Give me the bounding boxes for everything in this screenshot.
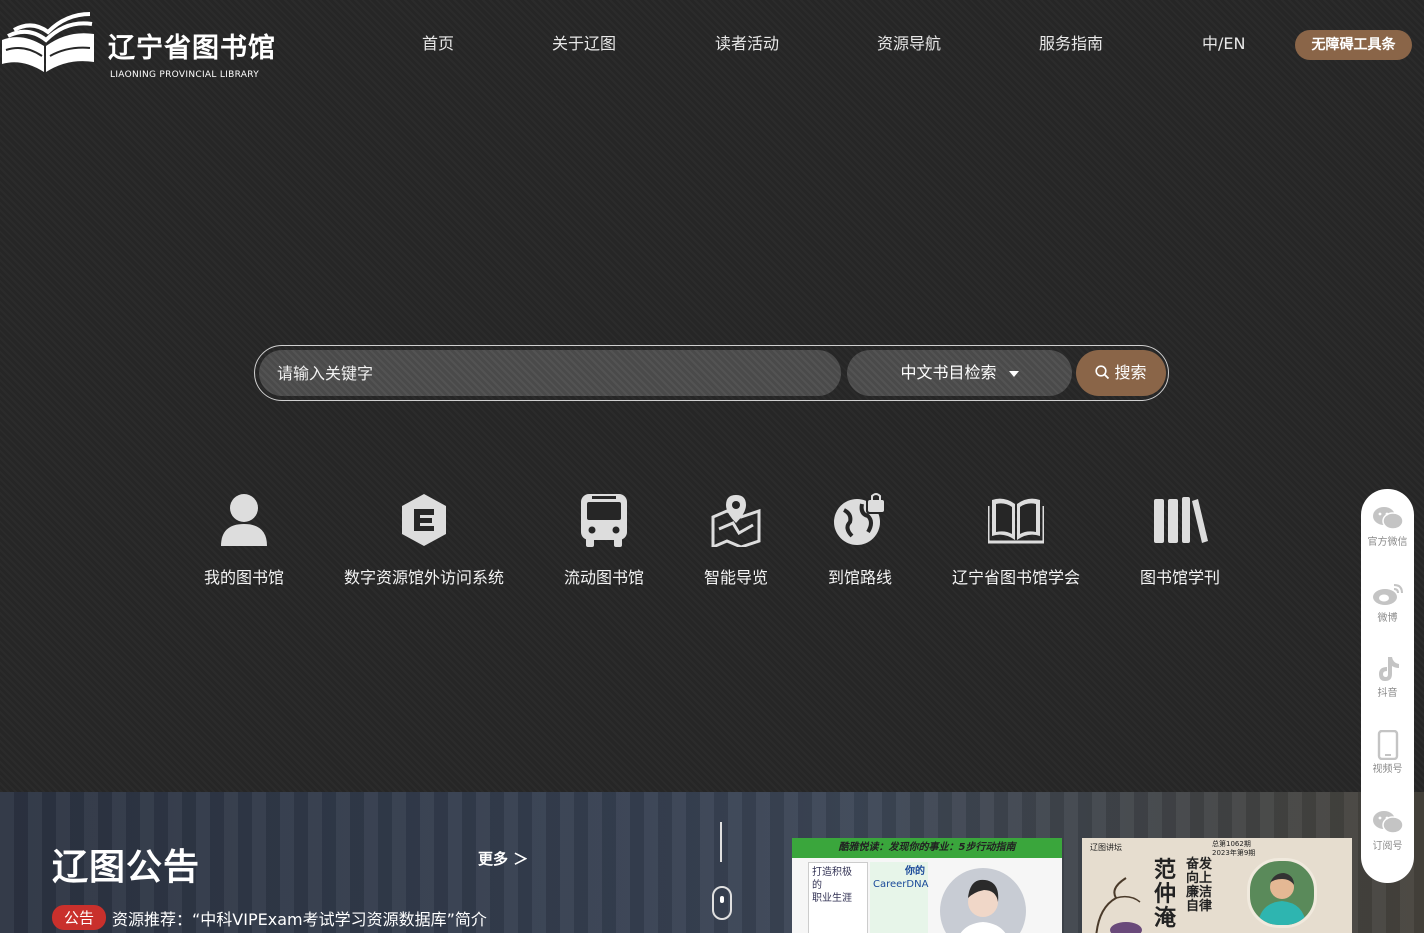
- header: 辽宁省图书馆 LIAONING PROVINCIAL LIBRARY 首页 关于…: [0, 0, 1424, 90]
- notice-badge: 公告: [52, 905, 107, 930]
- activity-card-career[interactable]: 酷雅悦读：发现你的事业：5步行动指南 打造积极 的 职业生涯 你的 Career…: [792, 838, 1062, 933]
- nav-about[interactable]: 关于辽图: [552, 33, 616, 55]
- divider-line: [720, 822, 722, 862]
- quick-link-label: 到馆路线: [827, 568, 892, 587]
- route-globe-icon: [834, 493, 886, 545]
- quick-link-route[interactable]: 到馆路线: [820, 490, 900, 588]
- phone-video-icon: [1377, 730, 1398, 760]
- book-cover: 打造积极 的 职业生涯: [808, 862, 868, 933]
- quick-link-label: 智能导览: [703, 568, 768, 587]
- quick-link-label: 我的图书馆: [203, 568, 284, 587]
- nav-home[interactable]: 首页: [422, 33, 454, 55]
- weibo-icon: [1372, 584, 1403, 605]
- book-title-line: 你的: [905, 866, 925, 877]
- social-label: 微博: [1377, 613, 1398, 624]
- notice-more-link[interactable]: 更多 ＞: [478, 848, 528, 869]
- quick-link-label: 辽宁省图书馆学会: [951, 568, 1080, 587]
- social-douyin[interactable]: 抖音: [1361, 654, 1414, 699]
- quick-link-mobile-library[interactable]: 流动图书馆: [554, 490, 654, 588]
- quick-link-label: 流动图书馆: [563, 568, 644, 587]
- e-resource-icon: [402, 494, 446, 546]
- bus-icon: [581, 494, 627, 547]
- social-wechat[interactable]: 官方微信: [1361, 503, 1414, 548]
- speaker-photo: [940, 868, 1026, 933]
- quick-link-smart-guide[interactable]: 智能导览: [696, 490, 776, 588]
- search-icon: [1095, 365, 1110, 380]
- book-title-line: 的: [812, 880, 822, 891]
- search-type-label: 中文书目检索: [900, 363, 997, 382]
- nav-service-guide[interactable]: 服务指南: [1039, 33, 1103, 55]
- social-sidebar: 官方微信 微博 抖音 视频号 订阅号: [1361, 489, 1414, 883]
- card-headline: 范仲淹: [1154, 857, 1177, 931]
- accessibility-toolbar-button[interactable]: 无障碍工具条: [1295, 30, 1412, 60]
- ink-painting-icon: [1095, 877, 1142, 933]
- nav-resource-navigation[interactable]: 资源导航: [877, 33, 941, 55]
- book-title-line: CareerDNA: [873, 879, 929, 890]
- person-photo-icon: [1258, 873, 1306, 925]
- person-photo-icon: [960, 879, 1006, 933]
- issue-line: 2023年第9期: [1212, 849, 1256, 857]
- douyin-icon: [1378, 657, 1399, 681]
- search-input[interactable]: [259, 350, 841, 396]
- issue-line: 总第1062期: [1212, 840, 1251, 848]
- lecture-card-fan-zhongyan[interactable]: 辽图讲坛 总第1062期 2023年第9期 范仲淹 奋发向上 廉洁自律: [1082, 838, 1352, 933]
- social-weibo[interactable]: 微博: [1361, 579, 1414, 624]
- social-subscription[interactable]: 订阅号: [1361, 807, 1414, 852]
- speaker-photo: [1247, 858, 1317, 928]
- scroll-down-indicator[interactable]: [712, 886, 732, 920]
- social-label: 视频号: [1372, 764, 1403, 775]
- social-label: 订阅号: [1372, 841, 1403, 852]
- search-button-label: 搜索: [1114, 363, 1147, 382]
- book-title-line: 打造积极: [812, 867, 852, 878]
- card-issue: 总第1062期 2023年第9期: [1212, 840, 1255, 858]
- search-type-select[interactable]: 中文书目检索: [847, 350, 1072, 396]
- notice-section: 辽图公告 更多 ＞ 公告 资源推荐：“中科VIPExam考试学习资源数据库”简介 …: [0, 792, 1424, 933]
- nav-language-toggle[interactable]: 中/EN: [1202, 33, 1245, 55]
- quick-link-my-library[interactable]: 我的图书馆: [194, 490, 294, 588]
- map-guide-icon: [711, 495, 761, 547]
- quick-link-label: 图书馆学刊: [1139, 568, 1220, 587]
- quick-link-library-journal[interactable]: 图书馆学刊: [1130, 490, 1230, 588]
- notice-item-text: 资源推荐：“中科VIPExam考试学习资源数据库”简介: [112, 909, 487, 929]
- book-title-line: 职业生涯: [812, 893, 852, 904]
- card-subtitle: 奋发向上 廉洁自律: [1186, 857, 1213, 914]
- logo-english-name: LIAONING PROVINCIAL LIBRARY: [110, 70, 259, 80]
- notice-item[interactable]: 公告 资源推荐：“中科VIPExam考试学习资源数据库”简介: [52, 905, 487, 930]
- journals-icon: [1154, 497, 1208, 543]
- wechat-icon: [1372, 507, 1404, 530]
- nav-reader-activities[interactable]: 读者活动: [715, 33, 779, 55]
- quick-link-digital-resource-access[interactable]: 数字资源馆外访问系统: [334, 490, 514, 588]
- user-icon: [221, 494, 267, 546]
- caret-down-icon: [1008, 370, 1019, 377]
- open-book-logo-icon: [2, 12, 94, 72]
- card-tag: 辽图讲坛: [1090, 843, 1122, 852]
- library-logo[interactable]: 辽宁省图书馆 LIAONING PROVINCIAL LIBRARY: [0, 10, 275, 80]
- wechat-subscription-icon: [1372, 811, 1404, 834]
- search-bar: 中文书目检索 搜索: [254, 345, 1169, 401]
- quick-link-label: 数字资源馆外访问系统: [343, 568, 504, 587]
- social-label: 抖音: [1377, 688, 1398, 699]
- book-cover: 你的 CareerDNA: [870, 862, 928, 933]
- card-banner: 酷雅悦读：发现你的事业：5步行动指南: [792, 838, 1062, 858]
- open-book-icon: [988, 498, 1044, 544]
- logo-chinese-name: 辽宁省图书馆: [108, 33, 276, 64]
- search-button[interactable]: 搜索: [1076, 350, 1166, 396]
- social-label: 官方微信: [1367, 537, 1408, 548]
- social-video-channel[interactable]: 视频号: [1361, 730, 1414, 775]
- notice-title: 辽图公告: [52, 847, 201, 888]
- quick-link-library-society[interactable]: 辽宁省图书馆学会: [946, 490, 1086, 588]
- scroll-dot-icon: [720, 896, 724, 903]
